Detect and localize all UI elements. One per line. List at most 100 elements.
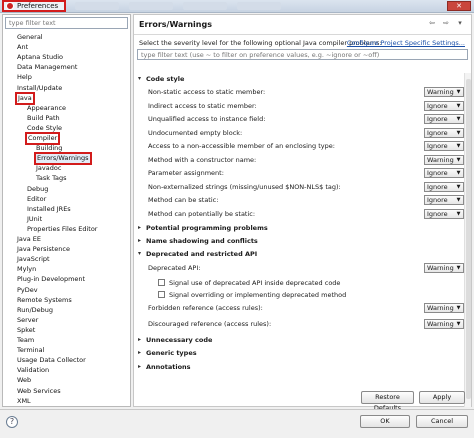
window-close-button[interactable]: ✕	[447, 1, 471, 11]
dropdown-arrow-icon[interactable]: ▼	[455, 143, 462, 150]
severity-select[interactable]: Warning ▼	[424, 263, 464, 273]
collapsed-arrow-icon[interactable]: ▸	[138, 349, 141, 356]
dropdown-arrow-icon[interactable]: ▼	[455, 321, 462, 328]
tree-item[interactable]: Remote Systems	[17, 296, 72, 305]
section-header[interactable]: ▸ Unnecessary code	[134, 335, 464, 346]
tree-item[interactable]: Ant	[17, 43, 28, 52]
expanded-arrow-icon[interactable]: ▾	[138, 75, 141, 82]
dropdown-arrow-icon[interactable]: ▼	[455, 130, 462, 137]
dropdown-arrow-icon[interactable]: ▼	[455, 265, 462, 272]
apply-button[interactable]: Apply	[419, 391, 465, 404]
severity-select[interactable]: Ignore ▼	[424, 114, 464, 124]
section-header[interactable]: ▾ Code style	[134, 74, 464, 85]
section-header[interactable]: ▾ Deprecated and restricted API	[134, 249, 464, 260]
tree-item[interactable]: PyDev	[17, 286, 38, 295]
severity-select[interactable]: Ignore ▼	[424, 128, 464, 138]
errors-warnings-page: Errors/Warnings ⇦ ⇨ ▾ Select the severit…	[133, 14, 472, 412]
tree-item[interactable]: Build Path	[27, 114, 60, 123]
severity-select[interactable]: Warning ▼	[424, 303, 464, 313]
tree-item[interactable]: Java EE	[17, 235, 41, 244]
dropdown-arrow-icon[interactable]: ▼	[455, 170, 462, 177]
back-arrow-icon[interactable]: ⇦	[427, 18, 437, 28]
collapsed-arrow-icon[interactable]: ▸	[138, 363, 141, 370]
collapsed-arrow-icon[interactable]: ▸	[138, 237, 141, 244]
severity-select[interactable]: Ignore ▼	[424, 168, 464, 178]
tree-item[interactable]: Properties Files Editor	[27, 225, 97, 234]
restore-defaults-button[interactable]: Restore Defaults	[361, 391, 414, 412]
tree-filter-input[interactable]	[5, 17, 128, 29]
tree-item[interactable]: Terminal	[17, 346, 44, 355]
ok-button[interactable]: OK	[360, 415, 410, 428]
dropdown-arrow-icon[interactable]: ▼	[455, 116, 462, 123]
tree-item[interactable]: Run/Debug	[17, 306, 53, 315]
tree-item[interactable]: Validation	[17, 366, 49, 375]
dropdown-arrow-icon[interactable]: ▼	[455, 197, 462, 204]
tree-item[interactable]: Javadoc	[36, 164, 61, 173]
tree-item[interactable]: Plug-in Development	[17, 275, 85, 284]
tree-item[interactable]: Task Tags	[36, 174, 67, 183]
severity-select[interactable]: Warning ▼	[424, 87, 464, 97]
tree-item[interactable]: Java	[15, 91, 35, 105]
severity-select[interactable]: Warning ▼	[424, 319, 464, 329]
severity-select[interactable]: Ignore ▼	[424, 195, 464, 205]
tree-item[interactable]: Debug	[27, 185, 48, 194]
configure-project-settings-link[interactable]: Configure Project Specific Settings...	[347, 39, 465, 47]
tree-item[interactable]: Compiler	[24, 132, 61, 145]
severity-select[interactable]: Warning ▼	[424, 155, 464, 165]
section-header[interactable]: ▸ Annotations	[134, 362, 464, 373]
tree-item[interactable]: JavaScript	[17, 255, 50, 264]
tree-item[interactable]: Spket	[17, 326, 35, 335]
expanded-arrow-icon[interactable]: ▾	[138, 250, 141, 257]
tree-item[interactable]: Editor	[27, 195, 46, 204]
tree-item[interactable]: General	[17, 33, 43, 42]
forward-arrow-icon[interactable]: ⇨	[441, 18, 451, 28]
severity-select[interactable]: Ignore ▼	[424, 209, 464, 219]
tree-item[interactable]: Aptana Studio	[17, 53, 63, 62]
tree-item[interactable]: Usage Data Collector	[17, 356, 86, 365]
tree-item[interactable]: Java Persistence	[17, 245, 70, 254]
section-label: Deprecated and restricted API	[146, 250, 258, 258]
tree-item[interactable]: Appearance	[27, 104, 66, 113]
dropdown-arrow-icon[interactable]: ▼	[455, 103, 462, 110]
help-icon[interactable]: ?	[6, 416, 18, 428]
tree-item[interactable]: Web	[17, 376, 31, 385]
scrollbar-thumb[interactable]	[466, 79, 471, 399]
tree-item[interactable]: JUnit	[27, 215, 42, 224]
cancel-button[interactable]: Cancel	[416, 415, 468, 428]
dropdown-arrow-icon[interactable]: ▼	[455, 305, 462, 312]
options-scrollbar[interactable]	[464, 73, 471, 407]
collapsed-arrow-icon[interactable]: ▸	[138, 336, 141, 343]
tree-item[interactable]: Building	[36, 144, 62, 153]
tree-item[interactable]: Team	[17, 336, 34, 345]
option-checkbox[interactable]	[158, 279, 165, 286]
dropdown-arrow-icon[interactable]: ▼	[455, 89, 462, 96]
tree-item[interactable]: Install/Update	[17, 84, 62, 93]
option-label: Deprecated API:	[148, 264, 201, 272]
severity-select[interactable]: Ignore ▼	[424, 141, 464, 151]
tree-item[interactable]: Server	[17, 316, 38, 325]
option-checkbox[interactable]	[158, 291, 165, 298]
tree-item[interactable]: Code Style	[27, 124, 62, 133]
severity-value: Warning	[427, 88, 454, 96]
tree-item[interactable]: Errors/Warnings	[34, 152, 92, 166]
dropdown-arrow-icon[interactable]: ▼	[455, 184, 462, 191]
section-header[interactable]: ▸ Name shadowing and conflicts	[134, 236, 464, 247]
section-header[interactable]: ▸ Generic types	[134, 348, 464, 359]
options-filter-input[interactable]	[137, 49, 468, 60]
tree-item[interactable]: Data Management	[17, 63, 77, 72]
tree-item[interactable]: XML	[17, 397, 31, 406]
page-title: Errors/Warnings	[139, 20, 212, 29]
tree-item[interactable]: Help	[17, 73, 32, 82]
tree-item[interactable]: Mylyn	[17, 265, 36, 274]
tree-item[interactable]: Installed JREs	[27, 205, 71, 214]
title-divider	[134, 34, 471, 35]
dropdown-arrow-icon[interactable]: ▼	[455, 211, 462, 218]
severity-select[interactable]: Ignore ▼	[424, 101, 464, 111]
severity-select[interactable]: Ignore ▼	[424, 182, 464, 192]
dropdown-arrow-icon[interactable]: ▼	[455, 157, 462, 164]
severity-option-row: Indirect access to static member: Ignore ▼	[134, 101, 464, 112]
collapsed-arrow-icon[interactable]: ▸	[138, 224, 141, 231]
tree-item[interactable]: Web Services	[17, 387, 61, 396]
view-menu-icon[interactable]: ▾	[455, 18, 465, 28]
section-header[interactable]: ▸ Potential programming problems	[134, 223, 464, 234]
